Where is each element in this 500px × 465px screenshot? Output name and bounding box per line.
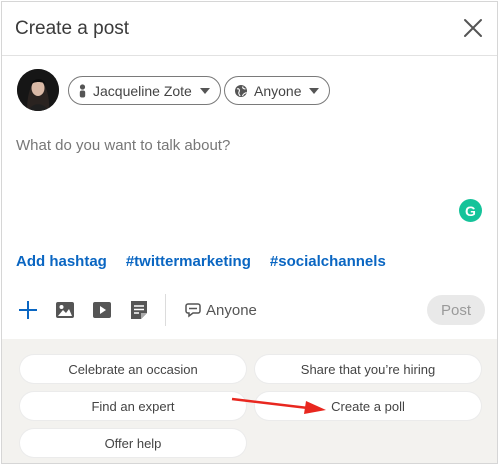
post-text-input[interactable]: What do you want to talk about? [16,137,230,154]
audience-label: Anyone [254,82,302,99]
red-arrow-annotation [231,397,326,414]
create-post-dialog: Create a post Jacqueline Zote Anyone Wha… [1,1,498,464]
close-icon[interactable] [461,16,485,40]
dialog-header: Create a post [2,2,497,56]
toolbar-divider [165,294,166,326]
comment-visibility-label: Anyone [206,301,257,319]
avatar [17,69,59,111]
find-expert-chip[interactable]: Find an expert [20,392,246,420]
share-hiring-chip[interactable]: Share that you’re hiring [255,355,481,383]
hashtag-socialchannels[interactable]: #socialchannels [270,253,386,270]
dialog-title: Create a post [15,18,130,39]
photo-icon[interactable] [54,292,76,328]
hashtag-row: Add hashtag #twittermarketing #socialcha… [16,253,386,270]
person-icon [78,83,87,98]
add-more-icon[interactable] [16,292,40,328]
author-selector[interactable]: Jacqueline Zote [68,76,221,105]
author-name: Jacqueline Zote [93,82,192,99]
globe-icon [234,84,248,98]
celebrate-occasion-chip[interactable]: Celebrate an occasion [20,355,246,383]
post-button[interactable]: Post [427,295,485,325]
chevron-down-icon [309,87,320,94]
document-icon[interactable] [128,292,150,328]
speech-bubble-icon [185,302,201,318]
chevron-down-icon [199,87,210,94]
comment-visibility-button[interactable]: Anyone [185,292,257,328]
audience-selector[interactable]: Anyone [224,76,331,105]
video-icon[interactable] [91,292,113,328]
offer-help-chip[interactable]: Offer help [20,429,246,457]
hashtag-twittermarketing[interactable]: #twittermarketing [126,253,251,270]
grammarly-icon[interactable]: G [459,199,482,222]
suggestions-panel: Celebrate an occasion Share that you’re … [2,339,497,463]
post-toolbar: Anyone [2,292,497,332]
add-hashtag-link[interactable]: Add hashtag [16,253,107,270]
